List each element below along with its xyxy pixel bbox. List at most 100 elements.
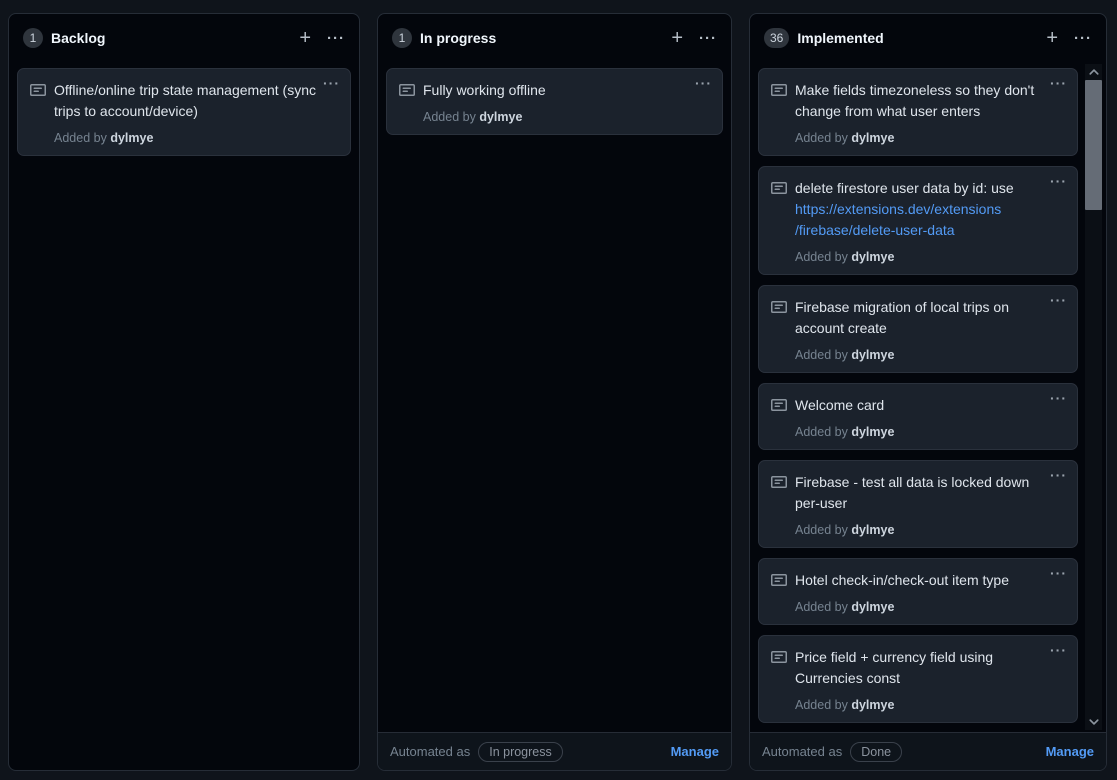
card-meta: Added by dylmye [423,110,710,124]
card-menu-button[interactable]: ··· [1050,75,1067,91]
scroll-down-arrow-icon[interactable] [1085,714,1102,730]
column-footer: Automated as Done Manage [750,732,1106,770]
card-meta: Added by dylmye [795,348,1065,362]
column-header: 1 In progress + ··· [378,14,731,62]
column-backlog: 1 Backlog + ··· Offline/online trip stat… [8,13,360,771]
column-card-list: Offline/online trip state management (sy… [9,62,359,770]
manage-link[interactable]: Manage [1046,744,1094,759]
card-link-line: https://extensions.dev/extensions [795,201,1001,217]
automated-as-label: Automated as [390,744,470,759]
card-count-badge: 36 [764,28,789,48]
column-menu-button[interactable]: ··· [1072,31,1094,46]
column-implemented: 36 Implemented + ··· Make fields timezon… [749,13,1107,771]
note-icon [30,82,46,101]
column-header-actions: + ··· [297,28,347,48]
added-by-label: Added by [795,131,848,145]
card-title: Welcome card [795,395,1065,416]
project-card[interactable]: Firebase - test all data is locked down … [758,460,1078,548]
column-header-actions: + ··· [669,28,719,48]
project-card[interactable]: Welcome card Added by dylmye ··· [758,383,1078,450]
note-icon [771,180,787,199]
card-title: Price field + currency field using Curre… [795,647,1065,689]
card-meta: Added by dylmye [795,600,1065,614]
note-icon [771,299,787,318]
card-title: Make fields timezoneless so they don't c… [795,80,1065,122]
card-menu-button[interactable]: ··· [1050,642,1067,658]
card-content: Offline/online trip state management (sy… [54,80,338,145]
automation-state-pill: Done [850,742,902,762]
project-card[interactable]: Price field + currency field using Curre… [758,635,1078,723]
card-menu-button[interactable]: ··· [1050,390,1067,406]
add-card-button[interactable]: + [297,28,313,48]
card-title: Firebase migration of local trips on acc… [795,297,1065,339]
project-card[interactable]: Fully working offline Added by dylmye ··… [386,68,723,135]
card-menu-button[interactable]: ··· [1050,173,1067,189]
column-scrollbar[interactable] [1085,64,1102,730]
card-meta: Added by dylmye [795,250,1065,264]
add-card-button[interactable]: + [1044,28,1060,48]
note-icon [771,474,787,493]
added-by-label: Added by [54,131,107,145]
card-link-line: /firebase/delete-user-data [795,222,955,238]
added-by-label: Added by [795,425,848,439]
column-card-list: Make fields timezoneless so they don't c… [750,62,1106,732]
card-title: Fully working offline [423,80,710,101]
added-by-label: Added by [795,698,848,712]
added-by-label: Added by [795,600,848,614]
manage-link[interactable]: Manage [671,744,719,759]
card-content: Fully working offline Added by dylmye [423,80,710,124]
card-content: Firebase migration of local trips on acc… [795,297,1065,362]
automated-as-label: Automated as [762,744,842,759]
column-menu-button[interactable]: ··· [325,31,347,46]
column-menu-button[interactable]: ··· [697,31,719,46]
add-card-button[interactable]: + [669,28,685,48]
scroll-up-arrow-icon[interactable] [1085,64,1102,80]
card-count-badge: 1 [23,28,43,48]
automation-state-pill: In progress [478,742,563,762]
card-meta: Added by dylmye [795,131,1065,145]
card-content: Firebase - test all data is locked down … [795,472,1065,537]
card-meta: Added by dylmye [54,131,338,145]
card-author: dylmye [851,250,894,264]
column-card-list: Fully working offline Added by dylmye ··… [378,62,731,732]
card-count-badge: 1 [392,28,412,48]
scrollbar-thumb[interactable] [1085,80,1102,210]
column-title: Implemented [797,30,883,46]
column-header: 1 Backlog + ··· [9,14,359,62]
card-menu-button[interactable]: ··· [323,75,340,91]
column-header-actions: + ··· [1044,28,1094,48]
card-author: dylmye [851,600,894,614]
project-card[interactable]: Offline/online trip state management (sy… [17,68,351,156]
card-author: dylmye [851,348,894,362]
card-title: Firebase - test all data is locked down … [795,472,1065,514]
note-icon [771,397,787,416]
note-icon [771,649,787,668]
card-author: dylmye [851,523,894,537]
card-link[interactable]: https://extensions.dev/extensions /fireb… [795,199,1065,241]
note-icon [399,82,415,101]
card-content: Hotel check-in/check-out item type Added… [795,570,1065,614]
card-author: dylmye [479,110,522,124]
card-title: Hotel check-in/check-out item type [795,570,1065,591]
card-menu-button[interactable]: ··· [1050,565,1067,581]
card-author: dylmye [851,425,894,439]
card-menu-button[interactable]: ··· [1050,467,1067,483]
project-card[interactable]: Make fields timezoneless so they don't c… [758,68,1078,156]
column-footer: Automated as In progress Manage [378,732,731,770]
card-menu-button[interactable]: ··· [695,75,712,91]
project-card[interactable]: Hotel check-in/check-out item type Added… [758,558,1078,625]
added-by-label: Added by [423,110,476,124]
card-menu-button[interactable]: ··· [1050,292,1067,308]
added-by-label: Added by [795,348,848,362]
project-board: 1 Backlog + ··· Offline/online trip stat… [0,0,1117,780]
card-content: Make fields timezoneless so they don't c… [795,80,1065,145]
card-meta: Added by dylmye [795,425,1065,439]
card-content: delete firestore user data by id: use ht… [795,178,1065,264]
card-meta: Added by dylmye [795,698,1065,712]
card-title: Offline/online trip state management (sy… [54,80,338,122]
project-card[interactable]: Firebase migration of local trips on acc… [758,285,1078,373]
project-card[interactable]: delete firestore user data by id: use ht… [758,166,1078,275]
card-content: Welcome card Added by dylmye [795,395,1065,439]
card-author: dylmye [110,131,153,145]
card-meta: Added by dylmye [795,523,1065,537]
